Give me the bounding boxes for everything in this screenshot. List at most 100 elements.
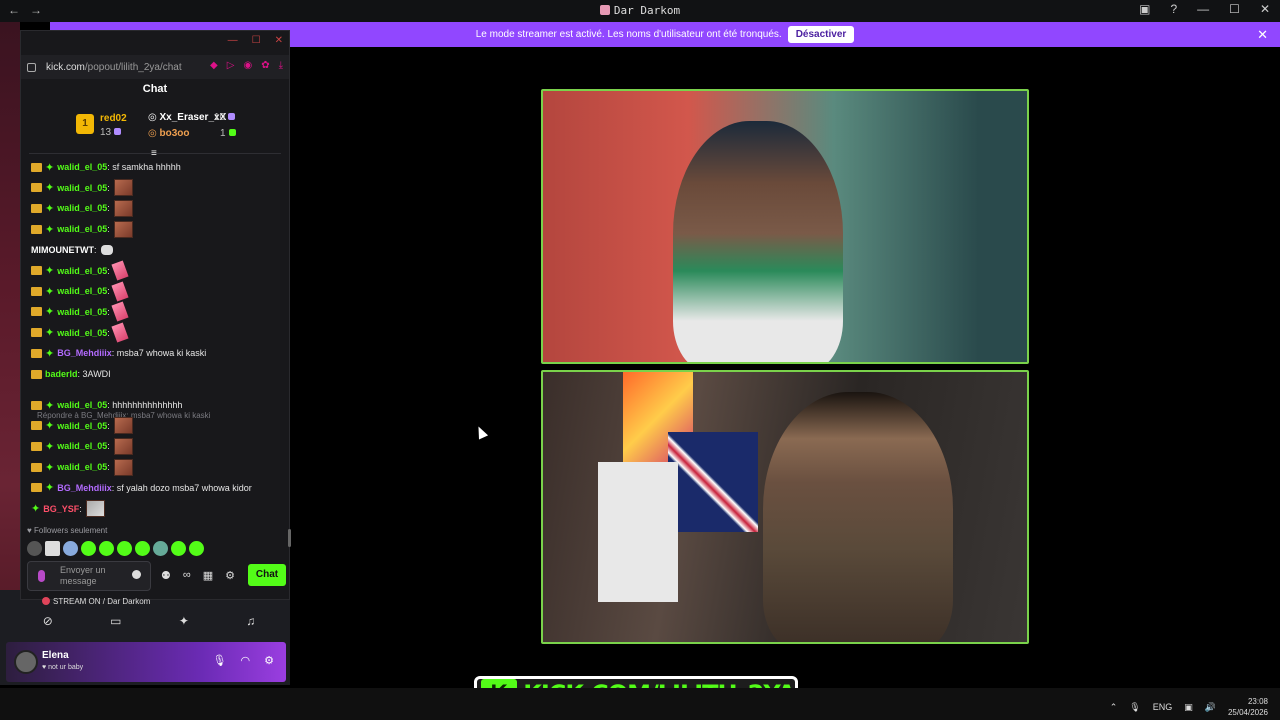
- emote-button[interactable]: [63, 541, 78, 556]
- chat-username[interactable]: walid_el_05: [57, 421, 107, 431]
- chat-popup-window: — ☐ ✕ kick.com/popout/lilith_2ya/chat ◆ …: [20, 30, 291, 600]
- video-tile-bottom[interactable]: [541, 370, 1029, 644]
- pip-icon[interactable]: ▣: [1139, 2, 1150, 16]
- chat-username[interactable]: walid_el_05: [57, 162, 107, 172]
- store-icon[interactable]: ▦: [203, 569, 213, 582]
- chevron-up-icon[interactable]: ⌃: [1110, 702, 1118, 713]
- network-icon[interactable]: ▣: [1184, 702, 1193, 713]
- chat-username[interactable]: walid_el_05: [57, 203, 107, 213]
- chat-username[interactable]: BG_Mehdiiix: [57, 348, 112, 358]
- settings-icon[interactable]: ⚙: [225, 569, 235, 582]
- maximize-button[interactable]: ☐: [1229, 2, 1240, 16]
- chat-username[interactable]: walid_el_05: [57, 224, 107, 234]
- chat-message[interactable]: ✦ walid_el_05:: [31, 457, 133, 477]
- close-button[interactable]: ✕: [1260, 2, 1270, 16]
- emote-button[interactable]: [27, 541, 42, 556]
- emote-button[interactable]: [81, 541, 96, 556]
- gear-icon[interactable]: ⚙: [264, 654, 274, 667]
- crown-badge-icon: [31, 224, 42, 234]
- language-indicator[interactable]: ENG: [1153, 702, 1173, 712]
- chat-message[interactable]: ✦ BG_YSF:: [31, 499, 105, 519]
- crown-badge-icon: [31, 421, 42, 431]
- subscriber-badge-icon: ✦: [45, 327, 55, 340]
- minimize-icon[interactable]: —: [228, 35, 238, 46]
- chat-username[interactable]: walid_el_05: [57, 400, 107, 410]
- users-icon[interactable]: ⚉: [161, 569, 171, 582]
- camera-off-icon[interactable]: ⊘: [43, 614, 53, 638]
- chat-scrollbar[interactable]: [288, 529, 291, 547]
- headphones-icon[interactable]: ◠: [241, 654, 251, 667]
- soundboard-icon[interactable]: ♫: [246, 614, 255, 638]
- url-bar[interactable]: kick.com/popout/lilith_2ya/chat ◆ ▷ ◉ ✿ …: [21, 55, 289, 79]
- close-icon[interactable]: ✕: [1257, 27, 1268, 43]
- window-title: Dar Darkom: [0, 4, 1280, 17]
- emote-button[interactable]: [135, 541, 150, 556]
- emoji-icon[interactable]: [132, 570, 141, 579]
- server-list-strip: [0, 22, 20, 682]
- play-icon[interactable]: ▷: [227, 60, 235, 71]
- chat-username[interactable]: walid_el_05: [57, 286, 107, 296]
- help-icon[interactable]: ?: [1170, 2, 1177, 16]
- avatar[interactable]: [14, 650, 38, 674]
- chat-message[interactable]: ✦ walid_el_05:: [31, 178, 133, 198]
- maximize-icon[interactable]: ☐: [252, 35, 261, 46]
- chat-message[interactable]: ✦ BG_Mehdiiix: sf yalah dozo msba7 whowa …: [31, 478, 252, 498]
- chat-message[interactable]: ✦ walid_el_05:: [31, 198, 133, 218]
- chat-username[interactable]: walid_el_05: [57, 183, 107, 193]
- chat-message[interactable]: ✦ walid_el_05:: [31, 436, 133, 456]
- emote-button[interactable]: [171, 541, 186, 556]
- live-dot-icon: [42, 597, 50, 605]
- volume-icon[interactable]: 🔊: [1205, 702, 1216, 713]
- emote-button[interactable]: [99, 541, 114, 556]
- chat-message[interactable]: ✦ walid_el_05:: [31, 416, 133, 436]
- leader-user-3[interactable]: ◎ bo3oo: [148, 128, 190, 139]
- chat-message[interactable]: ✦ walid_el_05:: [31, 260, 129, 281]
- minimize-button[interactable]: —: [1197, 2, 1209, 16]
- chat-username[interactable]: MIMOUNETWT: [31, 245, 94, 255]
- subscriber-badge-icon: ✦: [45, 285, 55, 298]
- emote-button[interactable]: [45, 541, 60, 556]
- chat-message[interactable]: MIMOUNETWT:: [31, 240, 113, 260]
- infinity-icon[interactable]: ∞: [183, 569, 191, 582]
- chat-message[interactable]: ✦ walid_el_05:: [31, 301, 129, 322]
- chat-username[interactable]: baderld: [45, 369, 78, 379]
- emote-button[interactable]: [189, 541, 204, 556]
- subscriber-badge-icon: ✦: [45, 306, 55, 319]
- emote-button[interactable]: [117, 541, 132, 556]
- send-chat-button[interactable]: Chat: [248, 564, 286, 586]
- disable-streamer-mode-button[interactable]: Désactiver: [787, 26, 855, 43]
- chat-message[interactable]: ✦ walid_el_05:: [31, 322, 129, 343]
- clock[interactable]: 23:08 25/04/2026: [1228, 696, 1268, 718]
- chat-message[interactable]: ✦ BG_Mehdiiix: msba7 whowa ki kaski: [31, 343, 206, 363]
- chat-input[interactable]: Envoyer un message: [27, 561, 151, 591]
- chat-message[interactable]: ✦ walid_el_05: sf samkha hhhhh: [31, 157, 181, 177]
- chat-username[interactable]: walid_el_05: [57, 462, 107, 472]
- crown-badge-icon: [31, 348, 42, 358]
- chat-username[interactable]: walid_el_05: [57, 328, 107, 338]
- microphone-icon[interactable]: 🎙: [1129, 702, 1140, 713]
- pocket-icon[interactable]: ◆: [210, 60, 218, 71]
- microphone-icon[interactable]: [38, 570, 45, 582]
- chat-message[interactable]: ✦ walid_el_05:: [31, 281, 129, 302]
- leader-user-1[interactable]: red02: [100, 113, 127, 124]
- close-icon[interactable]: ✕: [275, 35, 283, 46]
- screen-share-icon[interactable]: ▭: [110, 614, 121, 638]
- broadcast-icon[interactable]: ◉: [243, 60, 252, 71]
- video-tile-top[interactable]: [541, 89, 1029, 364]
- chat-username[interactable]: walid_el_05: [57, 266, 107, 276]
- download-icon[interactable]: ⤓: [279, 60, 283, 71]
- emote-image: [113, 220, 133, 238]
- emote-image: [113, 199, 133, 217]
- extension-icon[interactable]: ✿: [261, 60, 269, 71]
- chat-username[interactable]: walid_el_05: [57, 441, 107, 451]
- chat-message[interactable]: ✦ walid_el_05:: [31, 219, 133, 239]
- activities-icon[interactable]: ✦: [179, 614, 189, 638]
- chat-message[interactable]: baderld: 3AWDI: [31, 364, 111, 384]
- chat-message[interactable]: ✦ walid_el_05: hhhhhhhhhhhhhh: [31, 395, 182, 415]
- chat-username[interactable]: BG_YSF: [43, 504, 79, 514]
- chat-username[interactable]: walid_el_05: [57, 307, 107, 317]
- mic-icon[interactable]: 🎙: [213, 654, 227, 667]
- emote-button[interactable]: [153, 541, 168, 556]
- leader-count-2: 10: [214, 112, 236, 123]
- chat-username[interactable]: BG_Mehdiiix: [57, 483, 112, 493]
